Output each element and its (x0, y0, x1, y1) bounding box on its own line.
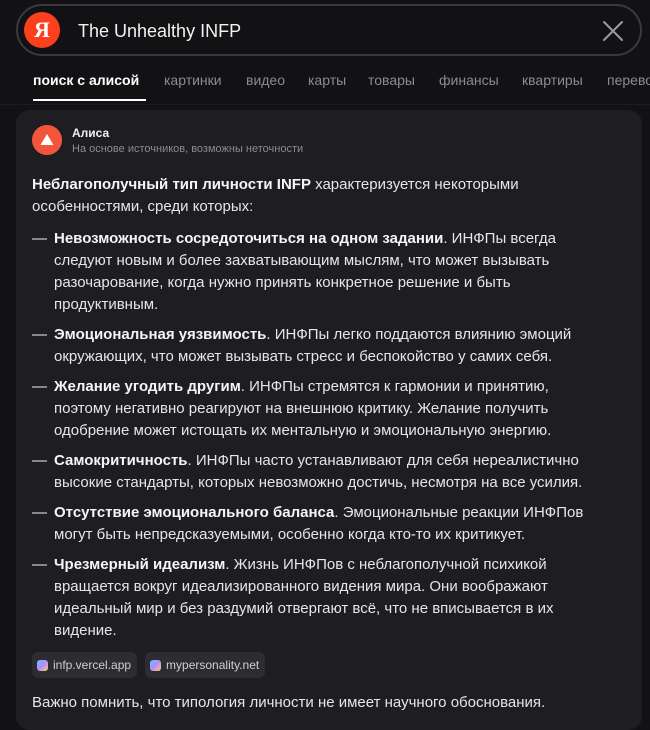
tab-products[interactable]: товары (368, 72, 415, 88)
tab-video[interactable]: видео (246, 72, 285, 88)
answer-author: Алиса (72, 126, 110, 140)
divider (0, 104, 650, 105)
tab-alice[interactable]: поиск с алисой (33, 72, 139, 88)
site-favicon-icon (37, 659, 48, 671)
search-bar[interactable]: Я The Unhealthy INFP (16, 4, 642, 56)
yandex-logo-icon[interactable]: Я (24, 12, 60, 48)
search-input[interactable]: The Unhealthy INFP (78, 21, 241, 42)
alice-icon (32, 125, 62, 155)
dash-bullet: — (32, 326, 47, 343)
answer-intro: Неблагополучный тип личности INFP характ… (32, 174, 602, 218)
list-item: — Самокритичность. ИНФПы часто устанавлив… (32, 450, 602, 494)
list-item: — Эмоциональная уязвимость. ИНФПы легко п… (32, 324, 602, 368)
intro-bold: Неблагополучный тип личности INFP (32, 176, 311, 193)
dash-bullet: — (32, 504, 47, 521)
item-title: Невозможность сосредоточиться на одном з… (54, 230, 444, 247)
alice-answer-card: Алиса На основе источников, возможны нет… (16, 110, 642, 730)
source-label: mypersonality.net (166, 658, 260, 672)
source-link-mypersonality[interactable]: mypersonality.net (145, 652, 266, 678)
source-label: infp.vercel.app (53, 658, 132, 672)
dash-bullet: — (32, 556, 47, 573)
tab-finance[interactable]: финансы (439, 72, 499, 88)
answer-content: Неблагополучный тип личности INFP характ… (32, 174, 602, 714)
answer-note: Важно помнить, что типология личности не… (32, 694, 546, 711)
list-item: — Невозможность сосредоточиться на одном … (32, 228, 602, 316)
item-title: Самокритичность (54, 452, 188, 469)
source-link-infp[interactable]: infp.vercel.app (32, 652, 138, 678)
list-item: — Отсутствие эмоционального баланса. Эмоц… (32, 502, 602, 546)
close-icon[interactable] (600, 18, 626, 44)
site-favicon-icon (150, 659, 162, 671)
answer-disclaimer: На основе источников, возможны неточност… (72, 143, 304, 155)
tab-apartments[interactable]: квартиры (522, 72, 583, 88)
tab-images[interactable]: картинки (164, 72, 222, 88)
active-tab-indicator (33, 99, 146, 101)
search-tabs: поиск с алисой картинки видео карты това… (0, 60, 650, 104)
dash-bullet: — (32, 378, 47, 395)
list-item: — Желание угодить другим. ИНФПы стремятся… (32, 376, 602, 442)
dash-bullet: — (32, 452, 47, 469)
item-title: Чрезмерный идеализм (54, 556, 226, 573)
item-title: Отсутствие эмоционального баланса (54, 504, 335, 521)
item-title: Эмоциональная уязвимость (54, 326, 267, 343)
tab-translator[interactable]: переводчик (607, 72, 650, 88)
tab-maps[interactable]: карты (308, 72, 346, 88)
list-item: — Чрезмерный идеализм. Жизнь ИНФПов с неб… (32, 554, 602, 642)
item-title: Желание угодить другим (54, 378, 241, 395)
dash-bullet: — (32, 230, 47, 247)
sources-list: infp.vercel.app mypersonality.net (32, 652, 602, 678)
